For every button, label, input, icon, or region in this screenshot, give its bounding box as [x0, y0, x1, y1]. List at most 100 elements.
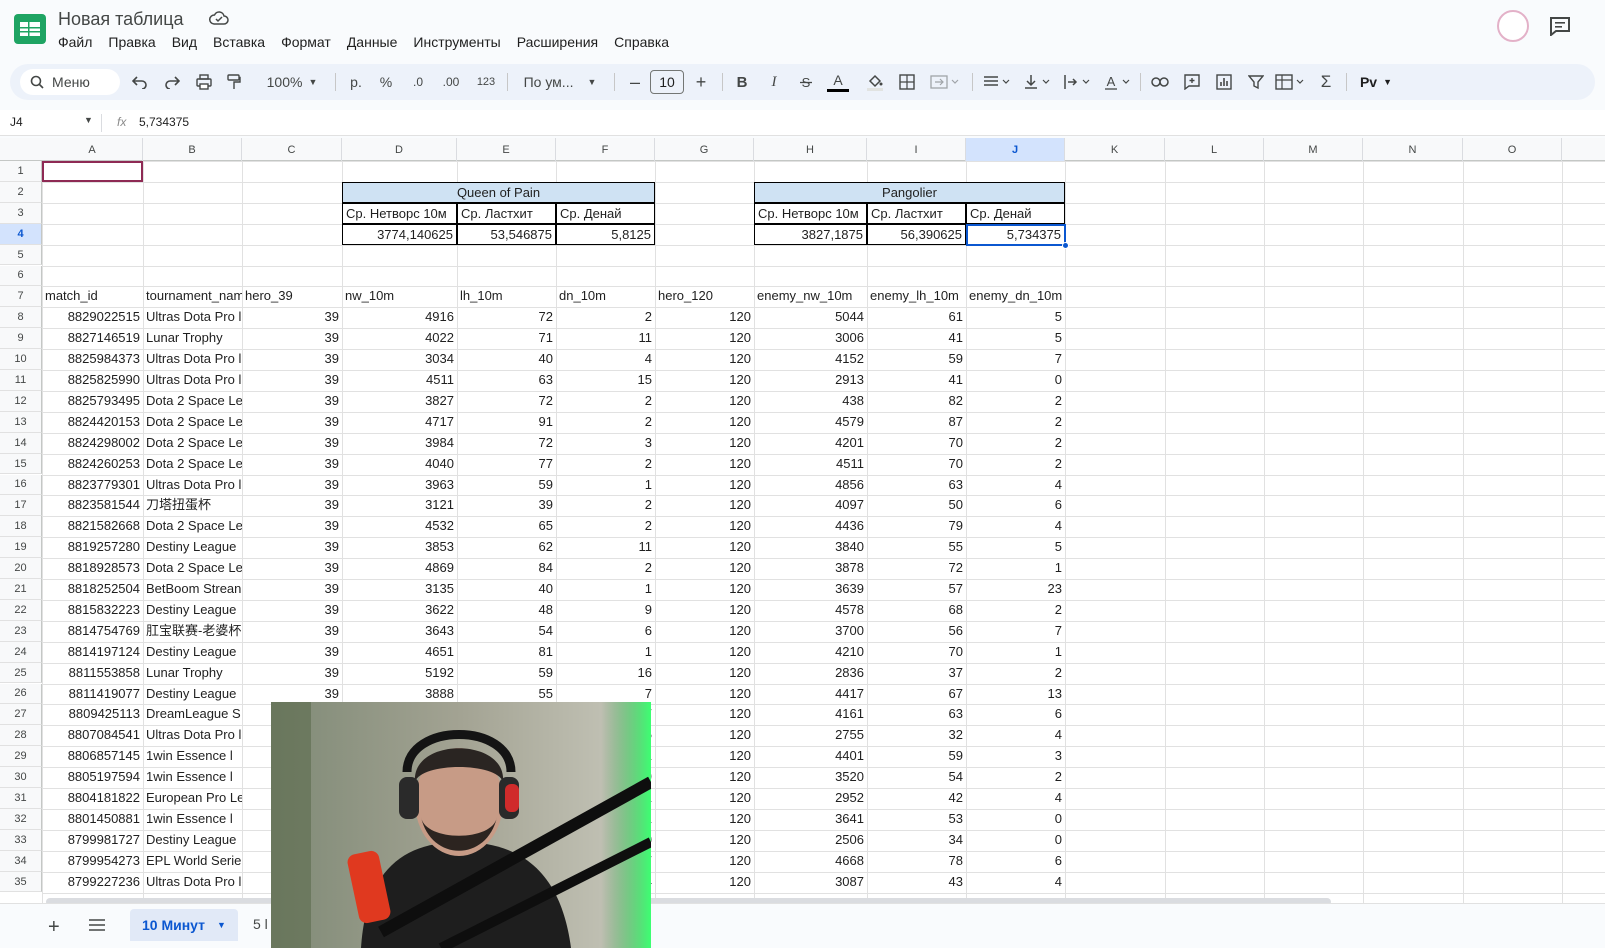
table-cell[interactable]: 5 [966, 328, 1065, 349]
table-header[interactable]: hero_120 [655, 286, 754, 307]
menu-insert[interactable]: Вставка [205, 33, 273, 51]
table-cell[interactable]: 0 [966, 809, 1065, 830]
table-cell[interactable]: 4579 [754, 412, 867, 433]
row-header[interactable]: 22 [0, 599, 42, 621]
table-cell[interactable]: 120 [655, 725, 754, 746]
table-cell[interactable]: 2 [966, 391, 1065, 412]
summary-title-queen-of-pain[interactable]: Queen of Pain [342, 181, 655, 203]
table-cell[interactable]: 23 [966, 579, 1065, 600]
table-cell[interactable]: 4040 [342, 454, 457, 475]
menu-data[interactable]: Данные [339, 33, 406, 51]
table-cell[interactable]: 8821582668 [42, 516, 143, 537]
table-cell[interactable]: 120 [655, 328, 754, 349]
table-cell[interactable]: Ultras Dota Pro l [143, 475, 242, 496]
row-header[interactable]: 7 [0, 286, 42, 308]
table-cell[interactable]: 8805197594 [42, 767, 143, 788]
font-size-decrease-button[interactable]: – [624, 64, 646, 100]
table-cell[interactable]: 120 [655, 516, 754, 537]
column-header[interactable]: F [556, 138, 655, 161]
summary-header[interactable]: Ср. Денай [556, 202, 655, 224]
table-cell[interactable]: 4668 [754, 851, 867, 872]
table-cell[interactable]: 3984 [342, 433, 457, 454]
table-cell[interactable]: 3643 [342, 621, 457, 642]
table-cell[interactable]: 81 [457, 642, 556, 663]
table-cell[interactable]: 3520 [754, 767, 867, 788]
summary-header[interactable]: Ср. Денай [966, 202, 1065, 224]
table-cell[interactable]: 1 [966, 558, 1065, 579]
table-cell[interactable]: 4 [966, 475, 1065, 496]
table-cell[interactable]: 87 [867, 412, 966, 433]
row-header[interactable]: 14 [0, 432, 42, 454]
table-cell[interactable]: 40 [457, 349, 556, 370]
column-header[interactable]: J [966, 138, 1065, 161]
bold-button[interactable]: B [730, 64, 754, 100]
row-header[interactable]: 25 [0, 662, 42, 684]
decrease-decimal-button[interactable]: .0 [406, 64, 430, 100]
table-cell[interactable]: 4201 [754, 433, 867, 454]
sheet-tab[interactable]: 5 l [253, 916, 268, 932]
all-sheets-icon[interactable] [88, 918, 106, 932]
row-header[interactable]: 20 [0, 558, 42, 579]
table-cell[interactable]: 120 [655, 537, 754, 558]
table-cell[interactable]: 8818928573 [42, 558, 143, 579]
table-header[interactable]: enemy_dn_10m [966, 286, 1065, 307]
table-cell[interactable]: 2 [966, 663, 1065, 684]
document-title[interactable]: Новая таблица [58, 9, 184, 30]
table-header[interactable]: dn_10m [556, 286, 655, 307]
table-cell[interactable]: Destiny League [143, 537, 242, 558]
table-cell[interactable]: 63 [867, 704, 966, 725]
table-cell[interactable]: 8814197124 [42, 642, 143, 663]
table-cell[interactable]: 3853 [342, 537, 457, 558]
table-cell[interactable]: 39 [242, 516, 342, 537]
table-cell[interactable]: 4 [966, 788, 1065, 809]
table-cell[interactable]: 41 [867, 370, 966, 391]
table-cell[interactable]: 2506 [754, 830, 867, 851]
table-cell[interactable]: 2 [966, 454, 1065, 475]
table-cell[interactable]: 3 [556, 433, 655, 454]
table-cell[interactable]: 120 [655, 704, 754, 725]
table-header[interactable]: enemy_nw_10m [754, 286, 867, 307]
table-cell[interactable]: 65 [457, 516, 556, 537]
table-cell[interactable]: 4 [556, 349, 655, 370]
table-cell[interactable]: 39 [242, 558, 342, 579]
table-cell[interactable]: 8825793495 [42, 391, 143, 412]
table-cell[interactable]: 39 [242, 579, 342, 600]
table-cell[interactable]: 4511 [754, 454, 867, 475]
table-cell[interactable]: Ultras Dota Pro l [143, 872, 242, 893]
table-cell[interactable]: 4210 [754, 642, 867, 663]
row-header[interactable]: 15 [0, 453, 42, 475]
table-cell[interactable]: 84 [457, 558, 556, 579]
italic-button[interactable]: I [762, 64, 786, 100]
row-header[interactable]: 9 [0, 328, 42, 350]
table-cell[interactable]: 1 [556, 642, 655, 663]
table-cell[interactable]: 3135 [342, 579, 457, 600]
table-cell[interactable]: 11 [556, 537, 655, 558]
table-cell[interactable]: 62 [457, 537, 556, 558]
table-cell[interactable]: 120 [655, 454, 754, 475]
row-header[interactable]: 16 [0, 474, 42, 496]
row-header[interactable]: 31 [0, 788, 42, 809]
table-cell[interactable]: 120 [655, 809, 754, 830]
functions-button[interactable]: Σ [1314, 64, 1338, 100]
table-cell[interactable]: 2836 [754, 663, 867, 684]
row-header[interactable]: 5 [0, 244, 42, 266]
table-cell[interactable]: 72 [457, 391, 556, 412]
table-cell[interactable]: 3641 [754, 809, 867, 830]
row-header[interactable]: 34 [0, 850, 42, 872]
table-cell[interactable]: 4717 [342, 412, 457, 433]
font-size-increase-button[interactable]: + [690, 64, 712, 100]
table-cell[interactable]: 2755 [754, 725, 867, 746]
table-cell[interactable]: 59 [457, 475, 556, 496]
table-cell[interactable]: 3622 [342, 600, 457, 621]
table-cell[interactable]: 39 [242, 412, 342, 433]
table-cell[interactable]: 67 [867, 684, 966, 705]
table-cell[interactable]: 3006 [754, 328, 867, 349]
cloud-saved-icon[interactable] [209, 11, 229, 25]
table-cell[interactable]: 3121 [342, 495, 457, 516]
table-cell[interactable]: 120 [655, 684, 754, 705]
table-cell[interactable]: 2 [556, 495, 655, 516]
table-cell[interactable]: 120 [655, 433, 754, 454]
row-header[interactable]: 33 [0, 829, 42, 851]
table-cell[interactable]: 120 [655, 830, 754, 851]
row-header[interactable]: 11 [0, 370, 42, 391]
